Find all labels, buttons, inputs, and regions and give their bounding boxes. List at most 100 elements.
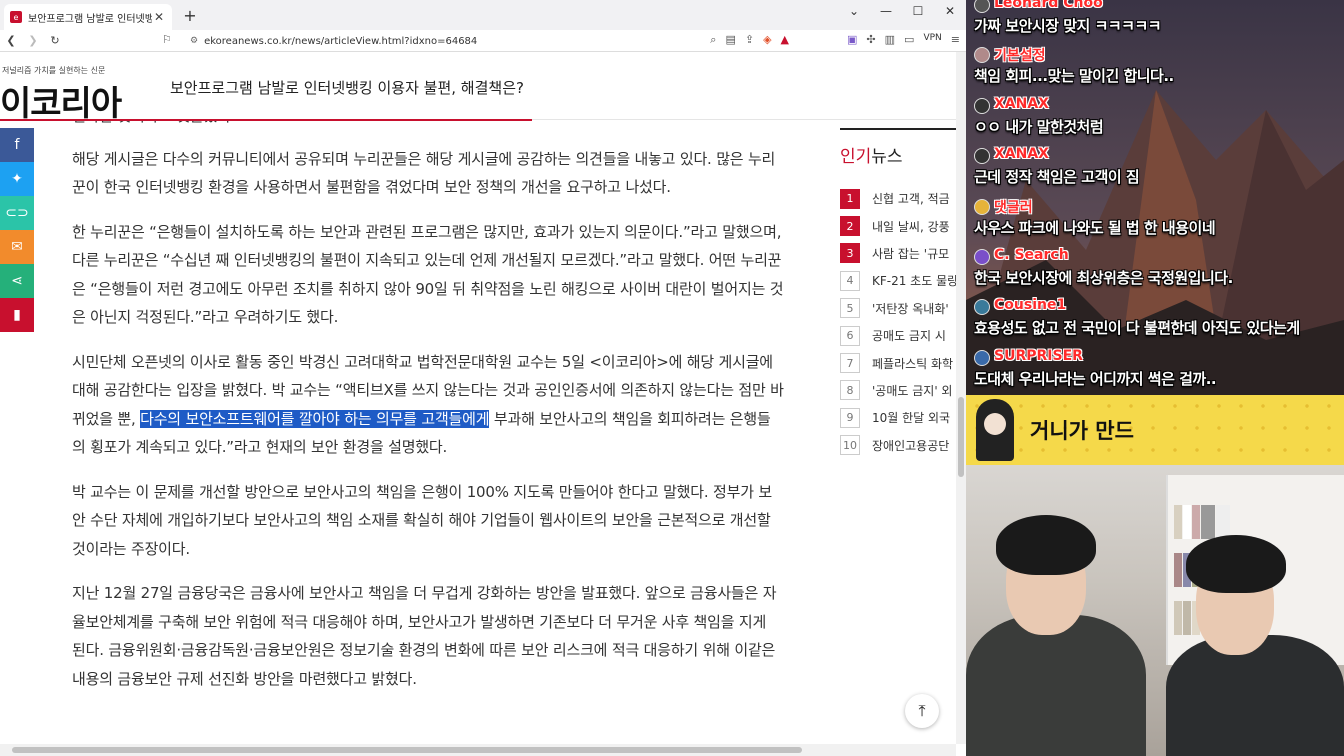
news-item[interactable]: 4 KF-21 초도 물량: [840, 267, 956, 294]
extensions-puzzle-icon[interactable]: ✣: [866, 33, 875, 47]
chat-username: 기본설정: [994, 48, 1046, 65]
minimize-button[interactable]: —: [870, 0, 902, 22]
news-item[interactable]: 7 페플라스틱 화학: [840, 349, 956, 376]
wallet-icon[interactable]: ▭: [904, 33, 914, 47]
news-title: 페플라스틱 화학: [872, 356, 954, 371]
zoom-icon[interactable]: ⌕: [710, 33, 716, 47]
vertical-scrollbar[interactable]: [956, 52, 966, 744]
selected-text[interactable]: 다수의 보안소프트웨어를 깔아야 하는 의무를 고객들에게: [140, 409, 490, 428]
article-headline: 보안프로그램 남발로 인터넷뱅킹 이용자 불편, 해결책은?: [170, 79, 524, 97]
email-icon[interactable]: ✉: [0, 230, 34, 264]
chat-text: ㅇㅇ 내가 말한것처럼: [974, 117, 1104, 136]
chat-username: XANAX: [994, 146, 1049, 163]
forward-button[interactable]: ❯: [22, 34, 44, 47]
news-item[interactable]: 3 사람 잡는 '규모: [840, 240, 956, 267]
user-badge-icon: [974, 148, 990, 165]
news-item[interactable]: 1 신협 고객, 적금: [840, 185, 956, 212]
back-button[interactable]: ❮: [0, 34, 22, 47]
news-item[interactable]: 8 '공매도 금지' 외: [840, 377, 956, 404]
active-tab[interactable]: e 보안프로그램 남발로 인터넷뱅킹 ✕: [4, 4, 172, 30]
maximize-button[interactable]: ☐: [902, 0, 934, 22]
news-item[interactable]: 5 '저탄장 옥내화': [840, 295, 956, 322]
vpn-button[interactable]: VPN: [923, 33, 941, 47]
site-header: 저널리즘 가치를 실현하는 신문 이코리아 보안프로그램 남발로 인터넷뱅킹 이…: [0, 52, 956, 124]
site-logo[interactable]: 이코리아: [0, 76, 122, 125]
user-badge-icon: [974, 198, 990, 215]
chat-text: 가짜 보안시장 맞지 ㅋㅋㅋㅋㅋ: [974, 17, 1162, 35]
browser-window: e 보안프로그램 남발로 인터넷뱅킹 ✕ + ⌄ — ☐ ✕ ❮ ❯ ↻ ⚐ ⚙…: [0, 0, 966, 756]
webcam-feed: [966, 465, 1344, 756]
shields-icon[interactable]: ◈: [763, 33, 771, 47]
chat-username: XANAX: [994, 95, 1049, 112]
chat-username: 댓글러: [994, 199, 1033, 216]
article-paragraph: 시민단체 오픈넷의 이사로 활동 중인 박경신 고려대학교 법학전문대학원 교수…: [72, 348, 784, 462]
article-paragraph: 해당 게시글은 다수의 커뮤니티에서 공유되며 누리꾼들은 해당 게시글에 공감…: [72, 149, 776, 197]
twitter-icon[interactable]: ✦: [0, 162, 34, 196]
news-title: KF-21 초도 물량: [872, 274, 956, 289]
tab-title: 보안프로그램 남발로 인터넷뱅킹: [28, 13, 152, 25]
scrollbar-thumb[interactable]: [12, 747, 802, 753]
news-title: 10월 한달 외국: [872, 411, 951, 426]
horizontal-scrollbar[interactable]: [0, 744, 956, 756]
user-badge-icon: [974, 349, 990, 366]
site-favicon-icon: e: [10, 11, 22, 23]
news-item[interactable]: 9 10월 한달 외국: [840, 404, 956, 431]
share-icon[interactable]: ⋖: [0, 264, 34, 298]
news-item[interactable]: 10 장애인고용공단: [840, 432, 956, 459]
reload-button[interactable]: ↻: [44, 34, 66, 47]
popular-news-title: 인기뉴스: [840, 147, 903, 167]
tab-bar: e 보안프로그램 남발로 인터넷뱅킹 ✕ + ⌄ — ☐ ✕: [0, 0, 966, 30]
share-page-icon[interactable]: ⇪: [745, 33, 754, 47]
close-tab-icon[interactable]: ✕: [152, 10, 166, 24]
address-bar[interactable]: ⚙ ekoreanews.co.kr/news/articleView.html…: [190, 32, 600, 50]
article-paragraph: 한 누리꾼은 “은행들이 설치하도록 하는 보안과 관련된 프로그램은 많지만,…: [72, 222, 784, 327]
chat-username: Leonard Choo: [994, 0, 1103, 11]
divider: [840, 128, 956, 130]
news-title: 신협 고객, 적금: [872, 192, 950, 207]
extension-icon[interactable]: ▣: [847, 33, 857, 47]
new-tab-button[interactable]: +: [180, 6, 200, 25]
scroll-to-top-button[interactable]: ⤒: [905, 694, 939, 728]
news-title: 사람 잡는 '규모: [872, 246, 950, 261]
toolbar-actions: ⌕ ▤ ⇪ ◈ ▲ ▣ ✣ ▥ ▭ VPN ≡: [710, 33, 960, 47]
news-title: 내일 날씨, 강풍: [872, 219, 950, 234]
news-rank: 6: [840, 325, 860, 346]
reader-mode-icon[interactable]: ▤: [725, 33, 735, 47]
news-title: '공매도 금지' 외: [872, 383, 953, 398]
chat-text: 도대체 우리나라는 어디까지 썩은 걸까..: [974, 369, 1217, 388]
chat-message: XANAX ㅇㅇ 내가 말한것처럼: [974, 96, 1344, 151]
sidebar-icon[interactable]: ▥: [885, 33, 895, 47]
facebook-icon[interactable]: f: [0, 128, 34, 162]
share-bar: f ✦ ⊂⊃ ✉ ⋖ ▮: [0, 128, 34, 332]
logo-tagline: 저널리즘 가치를 실현하는 신문: [2, 66, 106, 75]
bookmark-icon[interactable]: ▮: [0, 298, 34, 332]
news-item[interactable]: 6 공매도 금지 시: [840, 322, 956, 349]
scrollbar-thumb[interactable]: [958, 397, 964, 477]
chat-message: 댓글러 사우스 파크에 나와도 될 법 한 내용이네: [974, 198, 1344, 252]
tab-list-icon[interactable]: ⌄: [838, 0, 870, 22]
chat-message: C. Search 한국 보안시장에 최상위층은 국정원입니다.: [974, 247, 1344, 302]
news-rank: 5: [840, 298, 860, 319]
news-rank: 1: [840, 188, 860, 209]
menu-icon[interactable]: ≡: [951, 33, 960, 47]
web-page: 결과할 것이라고 덧붙였다. 해당 게시글은 다수의 커뮤니티에서 공유되며 누…: [0, 52, 956, 744]
user-badge-icon: [974, 0, 990, 13]
link-icon[interactable]: ⊂⊃: [0, 196, 34, 230]
popular-news: 인기뉴스 1 신협 고객, 적금 2 내일 날씨, 강풍 3 사람 잡는 '규모 4 KF-2…: [840, 128, 956, 459]
bookmark-page-icon[interactable]: ⚐: [162, 33, 172, 46]
chat-username: Cousine1: [994, 297, 1067, 314]
news-item[interactable]: 2 내일 날씨, 강풍: [840, 212, 956, 239]
chat-message: Cousine1 효용성도 없고 전 국민이 다 불편한데 아직도 있다는게: [974, 297, 1344, 352]
user-badge-icon: [974, 47, 990, 64]
news-rank: 10: [840, 435, 860, 456]
rewards-icon[interactable]: ▲: [781, 33, 789, 47]
close-window-button[interactable]: ✕: [934, 0, 966, 22]
streamer-right: [1166, 525, 1344, 756]
article-body: 결과할 것이라고 덧붙였다. 해당 게시글은 다수의 커뮤니티에서 공유되며 누…: [72, 107, 784, 709]
news-title: '저탄장 옥내화': [872, 301, 949, 316]
site-info-icon[interactable]: ⚙: [190, 36, 198, 46]
news-rank: 2: [840, 216, 860, 237]
reading-progress-bar: [0, 119, 532, 121]
chat-message: Leonard Choo 가짜 보안시장 맞지 ㅋㅋㅋㅋㅋ: [974, 0, 1344, 50]
url-text: ekoreanews.co.kr/news/articleView.html?i…: [204, 35, 478, 47]
